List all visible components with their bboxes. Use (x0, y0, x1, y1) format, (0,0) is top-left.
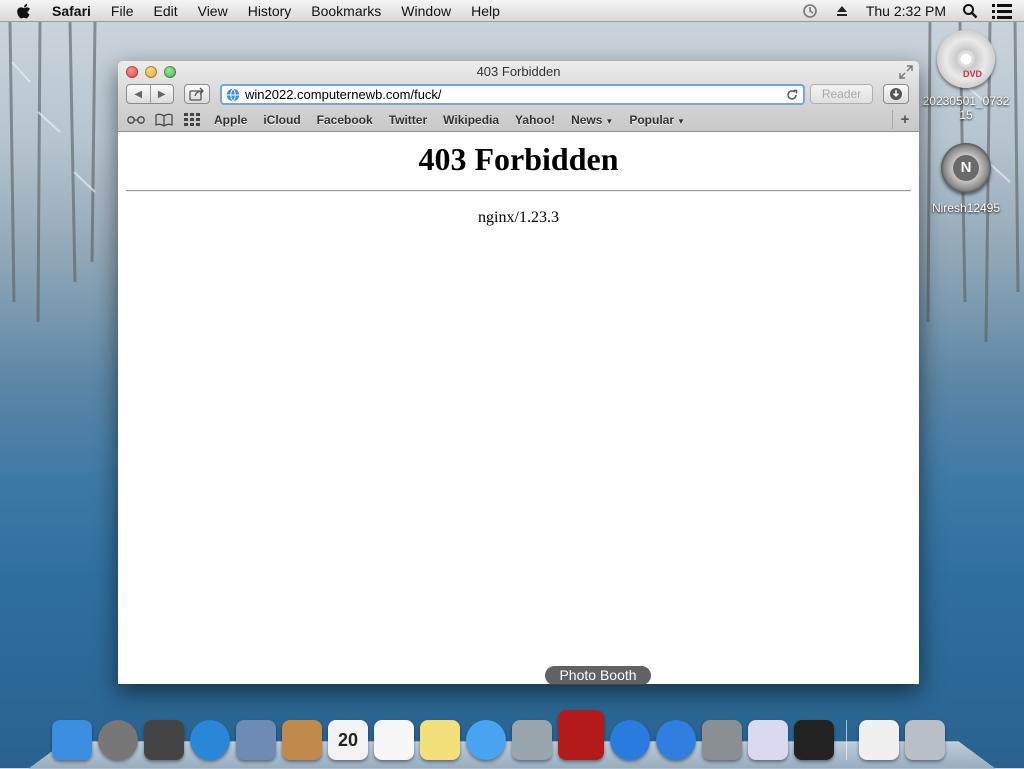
dropdown-triangle-icon: ▼ (605, 117, 614, 126)
bookmark-icloud[interactable]: iCloud (255, 113, 308, 127)
dock-separator (846, 720, 847, 760)
bookmarks-book-icon[interactable] (154, 112, 174, 128)
bookmark-yahoo[interactable]: Yahoo! (507, 113, 563, 127)
toolbar: ◀ ▶ Reader (118, 83, 919, 107)
bookmark-apple[interactable]: Apple (206, 113, 255, 127)
server-signature: nginx/1.23.3 (478, 209, 559, 226)
downloads-button[interactable] (883, 84, 909, 104)
menu-clock[interactable]: Thu 2:32 PM (858, 0, 954, 22)
desktop-dvd[interactable]: DVD 20230501_073215 (916, 30, 1016, 122)
dvd-badge: DVD (963, 69, 983, 79)
url-input[interactable] (245, 87, 785, 102)
fullscreen-icon[interactable] (899, 65, 913, 79)
menu-help[interactable]: Help (461, 0, 510, 22)
page-heading: 403 Forbidden (418, 141, 619, 177)
menu-view[interactable]: View (188, 0, 238, 22)
dock-itunes-icon[interactable] (610, 720, 650, 760)
menu-window[interactable]: Window (391, 0, 461, 22)
window-titlebar: 403 Forbidden ◀ ▶ Reader (118, 61, 919, 132)
menu-file[interactable]: File (101, 0, 144, 22)
menu-bar: Safari File Edit View History Bookmarks … (0, 0, 1024, 22)
dock-trash-icon[interactable] (905, 720, 945, 760)
dock-app-store-icon[interactable] (656, 720, 696, 760)
menu-app-name[interactable]: Safari (42, 0, 101, 22)
share-icon (189, 87, 204, 101)
dock-messages-icon[interactable] (466, 720, 506, 760)
reading-list-icon[interactable] (126, 112, 146, 128)
menu-history[interactable]: History (238, 0, 302, 22)
forward-arrow-icon: ▶ (157, 88, 166, 100)
top-sites-grid-icon[interactable] (182, 112, 202, 128)
download-icon (890, 88, 902, 100)
bookmark-twitter[interactable]: Twitter (381, 113, 435, 127)
dock-reminders-icon[interactable] (374, 720, 414, 760)
hard-disk-icon: N (941, 143, 991, 193)
back-arrow-icon: ◀ (134, 88, 143, 100)
bookmark-popular-folder[interactable]: Popular ▼ (621, 113, 693, 127)
disk-badge: N (953, 155, 979, 181)
dock-mail-icon[interactable] (236, 720, 276, 760)
address-bar[interactable] (220, 84, 805, 105)
page-divider (126, 190, 911, 192)
reload-icon[interactable] (785, 88, 799, 102)
desktop-dvd-label: 20230501_073215 (922, 94, 1010, 122)
dropdown-triangle-icon: ▼ (677, 117, 685, 126)
dock-contacts-icon[interactable] (282, 720, 322, 760)
bookmark-news-folder[interactable]: News ▼ (563, 113, 621, 127)
eject-icon[interactable] (832, 1, 852, 21)
desktop-disk-label: Niresh12495 (931, 201, 1001, 215)
bookmarks-bar: Apple iCloud Facebook Twitter Wikipedia … (118, 109, 919, 131)
notification-center-icon[interactable] (992, 1, 1012, 21)
back-button[interactable]: ◀ (127, 85, 151, 103)
bookmark-news-label: News (571, 113, 603, 127)
dock-script-wizard-icon[interactable] (748, 720, 788, 760)
safari-window: 403 Forbidden ◀ ▶ Reader (118, 61, 919, 684)
spotlight-icon[interactable] (960, 1, 980, 21)
dock-launchpad-icon[interactable] (98, 720, 138, 760)
dock-mission-control-icon[interactable] (144, 720, 184, 760)
menu-bookmarks[interactable]: Bookmarks (301, 0, 391, 22)
dock-terminal-icon[interactable] (794, 720, 834, 760)
dvd-icon: DVD (937, 30, 995, 88)
forward-button[interactable]: ▶ (151, 85, 174, 103)
window-title: 403 Forbidden (476, 64, 561, 79)
reader-button[interactable]: Reader (810, 84, 873, 104)
bookmark-facebook[interactable]: Facebook (309, 113, 381, 127)
dock-finder-icon[interactable] (52, 720, 92, 760)
globe-icon (226, 88, 240, 101)
apple-icon[interactable] (14, 2, 32, 20)
nav-buttons: ◀ ▶ (126, 84, 174, 104)
bookmark-popular-label: Popular (629, 113, 675, 127)
new-tab-button[interactable]: + (892, 110, 917, 129)
dock-facetime-icon[interactable] (512, 720, 552, 760)
time-machine-icon[interactable] (800, 1, 820, 21)
dock-photo-booth-icon[interactable] (558, 710, 604, 760)
calendar-date-label: 20 (337, 729, 359, 750)
dock: 20 (52, 704, 945, 760)
share-button[interactable] (184, 84, 210, 104)
dock-system-preferences-icon[interactable] (702, 720, 742, 760)
dock-tooltip: Photo Booth (545, 666, 651, 685)
page-content: 403 Forbidden nginx/1.23.3 (118, 132, 919, 684)
dock-notes-icon[interactable] (420, 720, 460, 760)
dock-safari-icon[interactable] (190, 720, 230, 760)
dock-calendar-icon[interactable]: 20 (328, 720, 368, 760)
dock-documents-icon[interactable] (859, 720, 899, 760)
menu-edit[interactable]: Edit (143, 0, 187, 22)
bookmark-wikipedia[interactable]: Wikipedia (435, 113, 507, 127)
desktop-hard-disk[interactable]: N Niresh12495 (916, 143, 1016, 215)
